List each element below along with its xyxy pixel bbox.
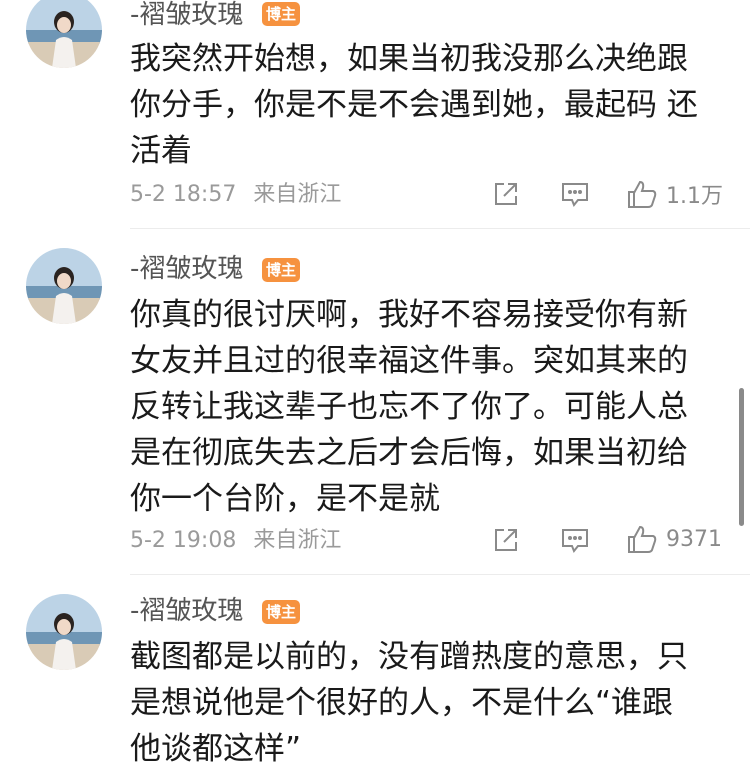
like-button[interactable]: 1.1万 (626, 178, 723, 210)
thumbs-up-icon (628, 180, 657, 208)
comment-text: 截图都是以前的，没有蹭热度的意思，只 是想说他是个很好的人，不是什么“谁跟 他谈… (130, 639, 688, 767)
scrollbar[interactable] (739, 388, 744, 526)
divider (130, 228, 750, 229)
avatar[interactable] (26, 594, 102, 670)
share-button[interactable] (492, 180, 520, 208)
username[interactable]: -褶皱玫瑰 (130, 254, 243, 284)
comment-meta: 5-2 19:08 来自浙江 (130, 528, 341, 554)
share-button[interactable] (492, 526, 520, 554)
comment-location: 来自浙江 (253, 528, 342, 553)
username[interactable]: -褶皱玫瑰 (130, 596, 243, 626)
comment-text: 我突然开始想，如果当初我没那么决绝跟 你分手，你是不是不会遇到她，最起码 还 活… (130, 41, 698, 169)
thumbs-up-icon (628, 525, 657, 553)
comment-location: 来自浙江 (253, 182, 342, 207)
comment-button[interactable] (560, 526, 590, 554)
like-count: 1.1万 (666, 184, 723, 209)
share-icon (495, 529, 517, 551)
blogger-badge: 博主 (262, 600, 300, 624)
like-button[interactable]: 9371 (626, 524, 722, 554)
comment-button[interactable] (560, 180, 590, 208)
comment-icon (562, 183, 588, 207)
comment-date: 5-2 19:08 (130, 528, 237, 553)
blogger-badge: 博主 (262, 258, 300, 282)
blogger-badge: 博主 (262, 2, 300, 26)
avatar[interactable] (26, 248, 102, 324)
divider (130, 574, 750, 575)
username[interactable]: -褶皱玫瑰 (130, 0, 243, 30)
comment-icon (562, 529, 588, 553)
share-icon (495, 183, 517, 205)
comment-text: 你真的很讨厌啊，我好不容易接受你有新 女友并且过的很幸福这件事。突如其来的 反转… (130, 297, 688, 517)
avatar[interactable] (26, 0, 102, 68)
like-count: 9371 (666, 526, 722, 552)
comment-date: 5-2 18:57 (130, 182, 237, 207)
comment-meta: 5-2 18:57 来自浙江 (130, 182, 341, 208)
